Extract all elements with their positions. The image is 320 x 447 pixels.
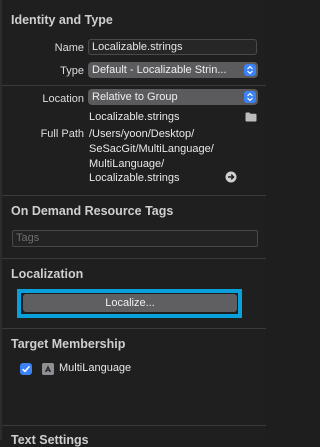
chevron-updown-icon: [244, 91, 256, 103]
location-popup-value: Relative to Group: [92, 91, 178, 103]
file-inspector-panel: Identity and Type Name Localizable.strin…: [0, 0, 266, 447]
section-divider: [2, 328, 266, 329]
identity-divider: [2, 85, 266, 86]
type-popup[interactable]: Default - Localizable Strin...: [88, 62, 258, 78]
full-path-label: Full Path: [40, 128, 84, 140]
location-popup[interactable]: Relative to Group: [88, 89, 258, 105]
identity-section-title: Identity and Type: [11, 13, 113, 27]
section-divider: [2, 425, 266, 426]
section-divider: [2, 195, 266, 196]
folder-icon[interactable]: [245, 112, 257, 125]
target-name: MultiLanguage: [59, 362, 132, 374]
localize-button[interactable]: Localize...: [23, 294, 237, 312]
on-demand-section-title: On Demand Resource Tags: [11, 204, 174, 218]
section-divider: [2, 258, 266, 259]
tags-input[interactable]: Tags: [12, 230, 258, 247]
full-path-line: MultiLanguage/: [89, 158, 165, 170]
app-target-icon: [42, 363, 54, 375]
location-file-name: Localizable.strings: [89, 111, 180, 123]
full-path-line: /Users/yoon/Desktop/: [89, 128, 195, 140]
reveal-in-finder-icon[interactable]: [225, 171, 237, 186]
name-label: Name: [54, 42, 84, 54]
target-membership-section-title: Target Membership: [11, 337, 126, 351]
full-path-line: Localizable.strings: [89, 172, 180, 184]
name-field[interactable]: Localizable.strings: [88, 39, 257, 55]
localization-section-title: Localization: [11, 267, 84, 281]
text-settings-section-title: Text Settings: [11, 433, 89, 447]
full-path-line: SeSacGit/MultiLanguage/: [89, 143, 214, 155]
target-checkbox[interactable]: [20, 363, 32, 375]
location-label: Location: [42, 93, 84, 105]
type-popup-value: Default - Localizable Strin...: [92, 64, 227, 76]
type-label: Type: [60, 65, 84, 77]
chevron-updown-icon: [244, 64, 256, 76]
